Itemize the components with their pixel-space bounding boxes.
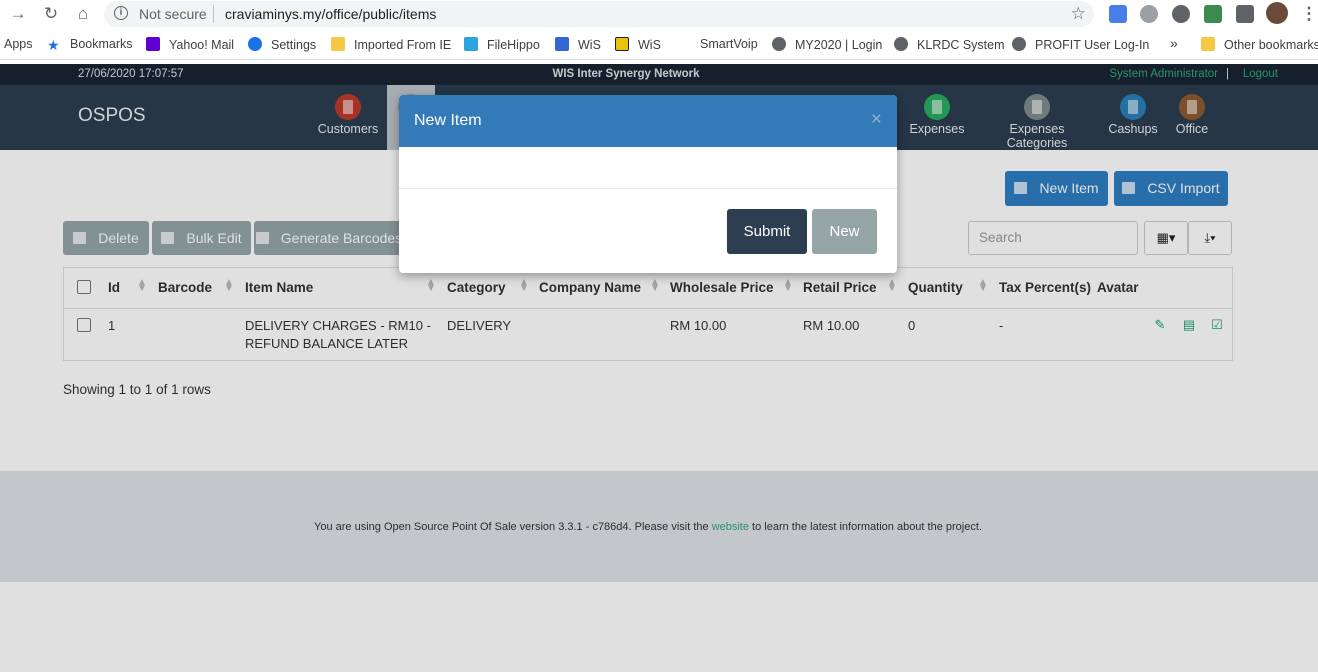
info-icon[interactable]: i [114,6,128,20]
home-icon[interactable]: ⌂ [72,3,94,25]
new-item-modal: New Item × Submit New [399,95,897,273]
globe-icon [894,37,908,51]
security-label: Not secure [139,6,207,22]
globe-icon [1012,37,1026,51]
bookmark-my2020[interactable]: MY2020 | Login [772,37,882,52]
bookmark-label: MY2020 | Login [795,38,883,52]
bookmark-label: Apps [4,37,33,51]
cast-extension-icon[interactable] [1172,5,1190,23]
bookmark-imported-from-ie[interactable]: Imported From IE [331,37,451,52]
filehippo-icon [464,37,478,51]
kebab-menu-icon[interactable]: ⋮ [1298,3,1318,25]
bookmark-filehippo[interactable]: FileHippo [464,37,540,52]
bookmark-apps[interactable]: Apps [4,37,33,51]
screen-extension-icon[interactable] [1204,5,1222,23]
folder-icon [1201,37,1215,51]
modal-body [399,147,897,189]
divider [213,5,214,23]
modal-header: New Item × [399,95,897,147]
new-button[interactable]: New [812,209,877,254]
bookmark-label: KLRDC System [917,38,1005,52]
wis-icon [615,37,629,51]
bookmark-label: Bookmarks [70,37,133,51]
bookmark-label: Settings [271,38,317,52]
bookmark-label: WiS [578,38,601,52]
bookmark-other[interactable]: Other bookmarks [1201,37,1318,52]
modal-title: New Item [414,112,482,129]
yahoo-icon [146,37,160,51]
reload-icon[interactable]: ↻ [40,3,62,25]
bookmark-settings[interactable]: Settings [248,37,316,52]
bookmark-wis-calendar[interactable]: WiS [555,37,601,52]
extension-icon[interactable] [1109,5,1127,23]
gear-icon [248,37,262,51]
bookmark-profit[interactable]: PROFIT User Log-In [1012,37,1149,52]
star-icon: ★ [47,37,60,53]
bookmark-label: PROFIT User Log-In [1035,38,1150,52]
bookmark-label: FileHippo [487,38,540,52]
bookmark-label: Imported From IE [354,38,452,52]
address-bar[interactable]: i Not secure craviaminys.my/office/publi… [104,1,1094,27]
drive-extension-icon[interactable] [1140,5,1158,23]
bookmark-label: » [1170,35,1178,51]
bookmark-klrdc[interactable]: KLRDC System [894,37,1005,52]
bookmark-star-icon[interactable]: ☆ [1071,4,1086,24]
bookmarks-overflow-chevron[interactable]: » [1170,35,1178,51]
bookmark-bookmarks[interactable]: ★ Bookmarks [47,37,133,52]
bookmark-yahoo-mail[interactable]: Yahoo! Mail [146,37,234,52]
browser-toolbar: → ↻ ⌂ i Not secure craviaminys.my/office… [0,0,1318,28]
close-icon[interactable]: × [871,109,882,131]
bookmark-wis[interactable]: WiS [615,37,661,52]
globe-icon [772,37,786,51]
bookmark-label: Other bookmarks [1224,38,1318,52]
bookmarks-bar: Apps ★ Bookmarks Yahoo! Mail Settings Imp… [0,31,1318,60]
submit-button[interactable]: Submit [727,209,807,254]
puzzle-icon[interactable] [1236,5,1254,23]
bookmark-label: Yahoo! Mail [169,38,235,52]
folder-icon [331,37,345,51]
avatar[interactable] [1266,2,1288,24]
forward-arrow-icon[interactable]: → [7,3,29,25]
calendar-icon [555,37,569,51]
bookmark-label: WiS [638,38,661,52]
bookmark-smartvoip[interactable]: SmartVoip [700,37,758,51]
bookmark-label: SmartVoip [700,37,758,51]
url-text[interactable]: craviaminys.my/office/public/items [225,6,436,22]
